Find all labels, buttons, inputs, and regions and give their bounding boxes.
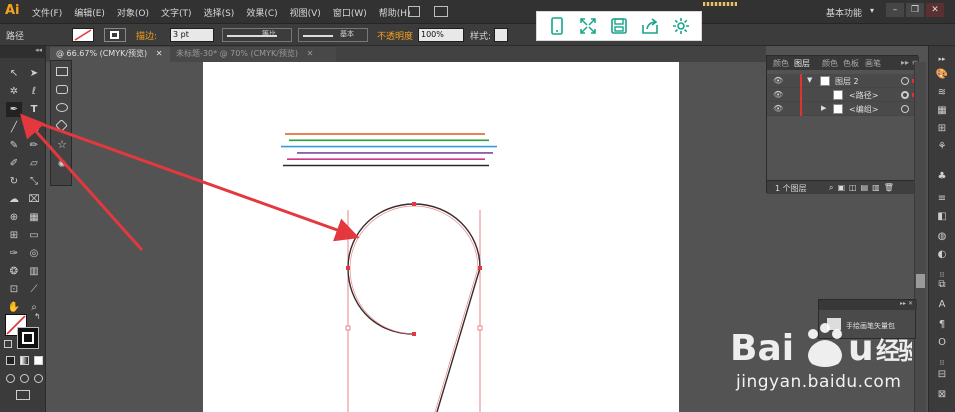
- target-circle-icon[interactable]: [901, 91, 909, 99]
- paragraph-panel-icon[interactable]: ¶: [935, 318, 949, 332]
- svg-text:验: 验: [898, 337, 912, 365]
- tab-color[interactable]: 颜色: [773, 58, 789, 69]
- layer-actions-icons[interactable]: ⌕▣◫▤▥🗑: [829, 183, 898, 193]
- layers-panel-icon[interactable]: ≋: [935, 86, 949, 100]
- anchor-point[interactable]: [412, 332, 416, 336]
- opentype-panel-icon[interactable]: O: [935, 336, 949, 350]
- layer-count: 1 个图层: [775, 184, 807, 193]
- pathfinder-panel-icon[interactable]: ⊠: [935, 388, 949, 402]
- layer-name[interactable]: 图层 2: [835, 76, 859, 87]
- vertical-scrollbar[interactable]: [914, 62, 926, 412]
- path-selection-outline: [349, 205, 479, 412]
- layer-color-bar: [800, 74, 802, 88]
- artboards-panel-icon[interactable]: ⊞: [935, 122, 949, 136]
- layer-thumbnail: [820, 76, 830, 86]
- transform-panel-icon[interactable]: ⊟: [935, 368, 949, 382]
- watermark-url: jingyan.baidu.com: [736, 372, 902, 392]
- group-name[interactable]: <编组>: [849, 104, 878, 115]
- character-panel-icon[interactable]: A: [935, 298, 949, 312]
- scrollbar-thumb[interactable]: [916, 274, 925, 288]
- svg-text:经: 经: [876, 337, 900, 365]
- selected-path-shape[interactable]: [347, 203, 481, 412]
- layer-color-bar: [800, 102, 802, 116]
- layers-panel: 颜色 图层 颜色 色板 画笔 ▸▸ ≡ 👁 ▼ 图层 2 👁 <路径> 👁 ▶ …: [766, 55, 919, 194]
- visibility-eye-icon[interactable]: 👁: [773, 76, 783, 85]
- path-name[interactable]: <路径>: [849, 90, 878, 101]
- anchor-point[interactable]: [412, 202, 416, 206]
- path-thumbnail: [833, 90, 843, 100]
- color-panel-icon[interactable]: 🎨: [935, 68, 949, 82]
- tab-layers[interactable]: 图层: [794, 58, 810, 69]
- layer-row-group[interactable]: 👁 ▶ <编组>: [767, 102, 919, 116]
- svg-text:Bai: Bai: [730, 328, 794, 369]
- transparency-panel-icon[interactable]: ◍: [935, 230, 949, 244]
- svg-text:u: u: [848, 328, 874, 369]
- tab-swatches[interactable]: 色板: [843, 58, 859, 69]
- target-circle-icon[interactable]: [901, 105, 909, 113]
- anchor-point[interactable]: [346, 266, 350, 270]
- symbols-panel-icon[interactable]: ♣: [935, 170, 949, 184]
- layer-row-layer2[interactable]: 👁 ▼ 图层 2: [767, 74, 919, 88]
- gradient-panel-icon[interactable]: ◧: [935, 210, 949, 224]
- layers-panel-footer: 1 个图层 ⌕▣◫▤▥🗑: [767, 180, 919, 194]
- appearance-panel-icon[interactable]: ◐: [935, 248, 949, 262]
- target-circle-icon[interactable]: [901, 77, 909, 85]
- anchor-handle[interactable]: [477, 325, 483, 331]
- layer-row-path[interactable]: 👁 <路径>: [767, 88, 919, 102]
- swatches-panel-icon[interactable]: ▦: [935, 104, 949, 118]
- anchor-point[interactable]: [478, 266, 482, 270]
- right-panel-dock: ▸▸ 🎨 ≋ ▦ ⊞ ⚘ ♣ ≡ ◧ ◍ ◐ ⁞⁞ ⧉ A ¶ O ⁞⁞ ⊟ ⊠: [928, 46, 955, 412]
- colored-stroke-lines[interactable]: [281, 133, 497, 167]
- expand-arrow-icon[interactable]: ▶: [821, 104, 826, 112]
- group-thumbnail: [833, 104, 843, 114]
- dock-collapse-icon[interactable]: ▸▸: [935, 52, 949, 66]
- tab-brushes[interactable]: 画笔: [865, 58, 881, 69]
- visibility-eye-icon[interactable]: 👁: [773, 104, 783, 113]
- expand-arrow-icon[interactable]: ▼: [807, 76, 812, 84]
- anchor-handle[interactable]: [345, 325, 351, 331]
- visibility-eye-icon[interactable]: 👁: [773, 90, 783, 99]
- tab-color-2[interactable]: 颜色: [822, 58, 838, 69]
- brushes-panel-icon[interactable]: ⚘: [935, 140, 949, 154]
- layers-panel-tabs: 颜色 图层 颜色 色板 画笔 ▸▸ ≡: [767, 56, 919, 70]
- align-panel-icon[interactable]: ⧉: [935, 278, 949, 292]
- stroke-panel-icon[interactable]: ≡: [935, 192, 949, 206]
- layer-color-bar: [800, 88, 802, 102]
